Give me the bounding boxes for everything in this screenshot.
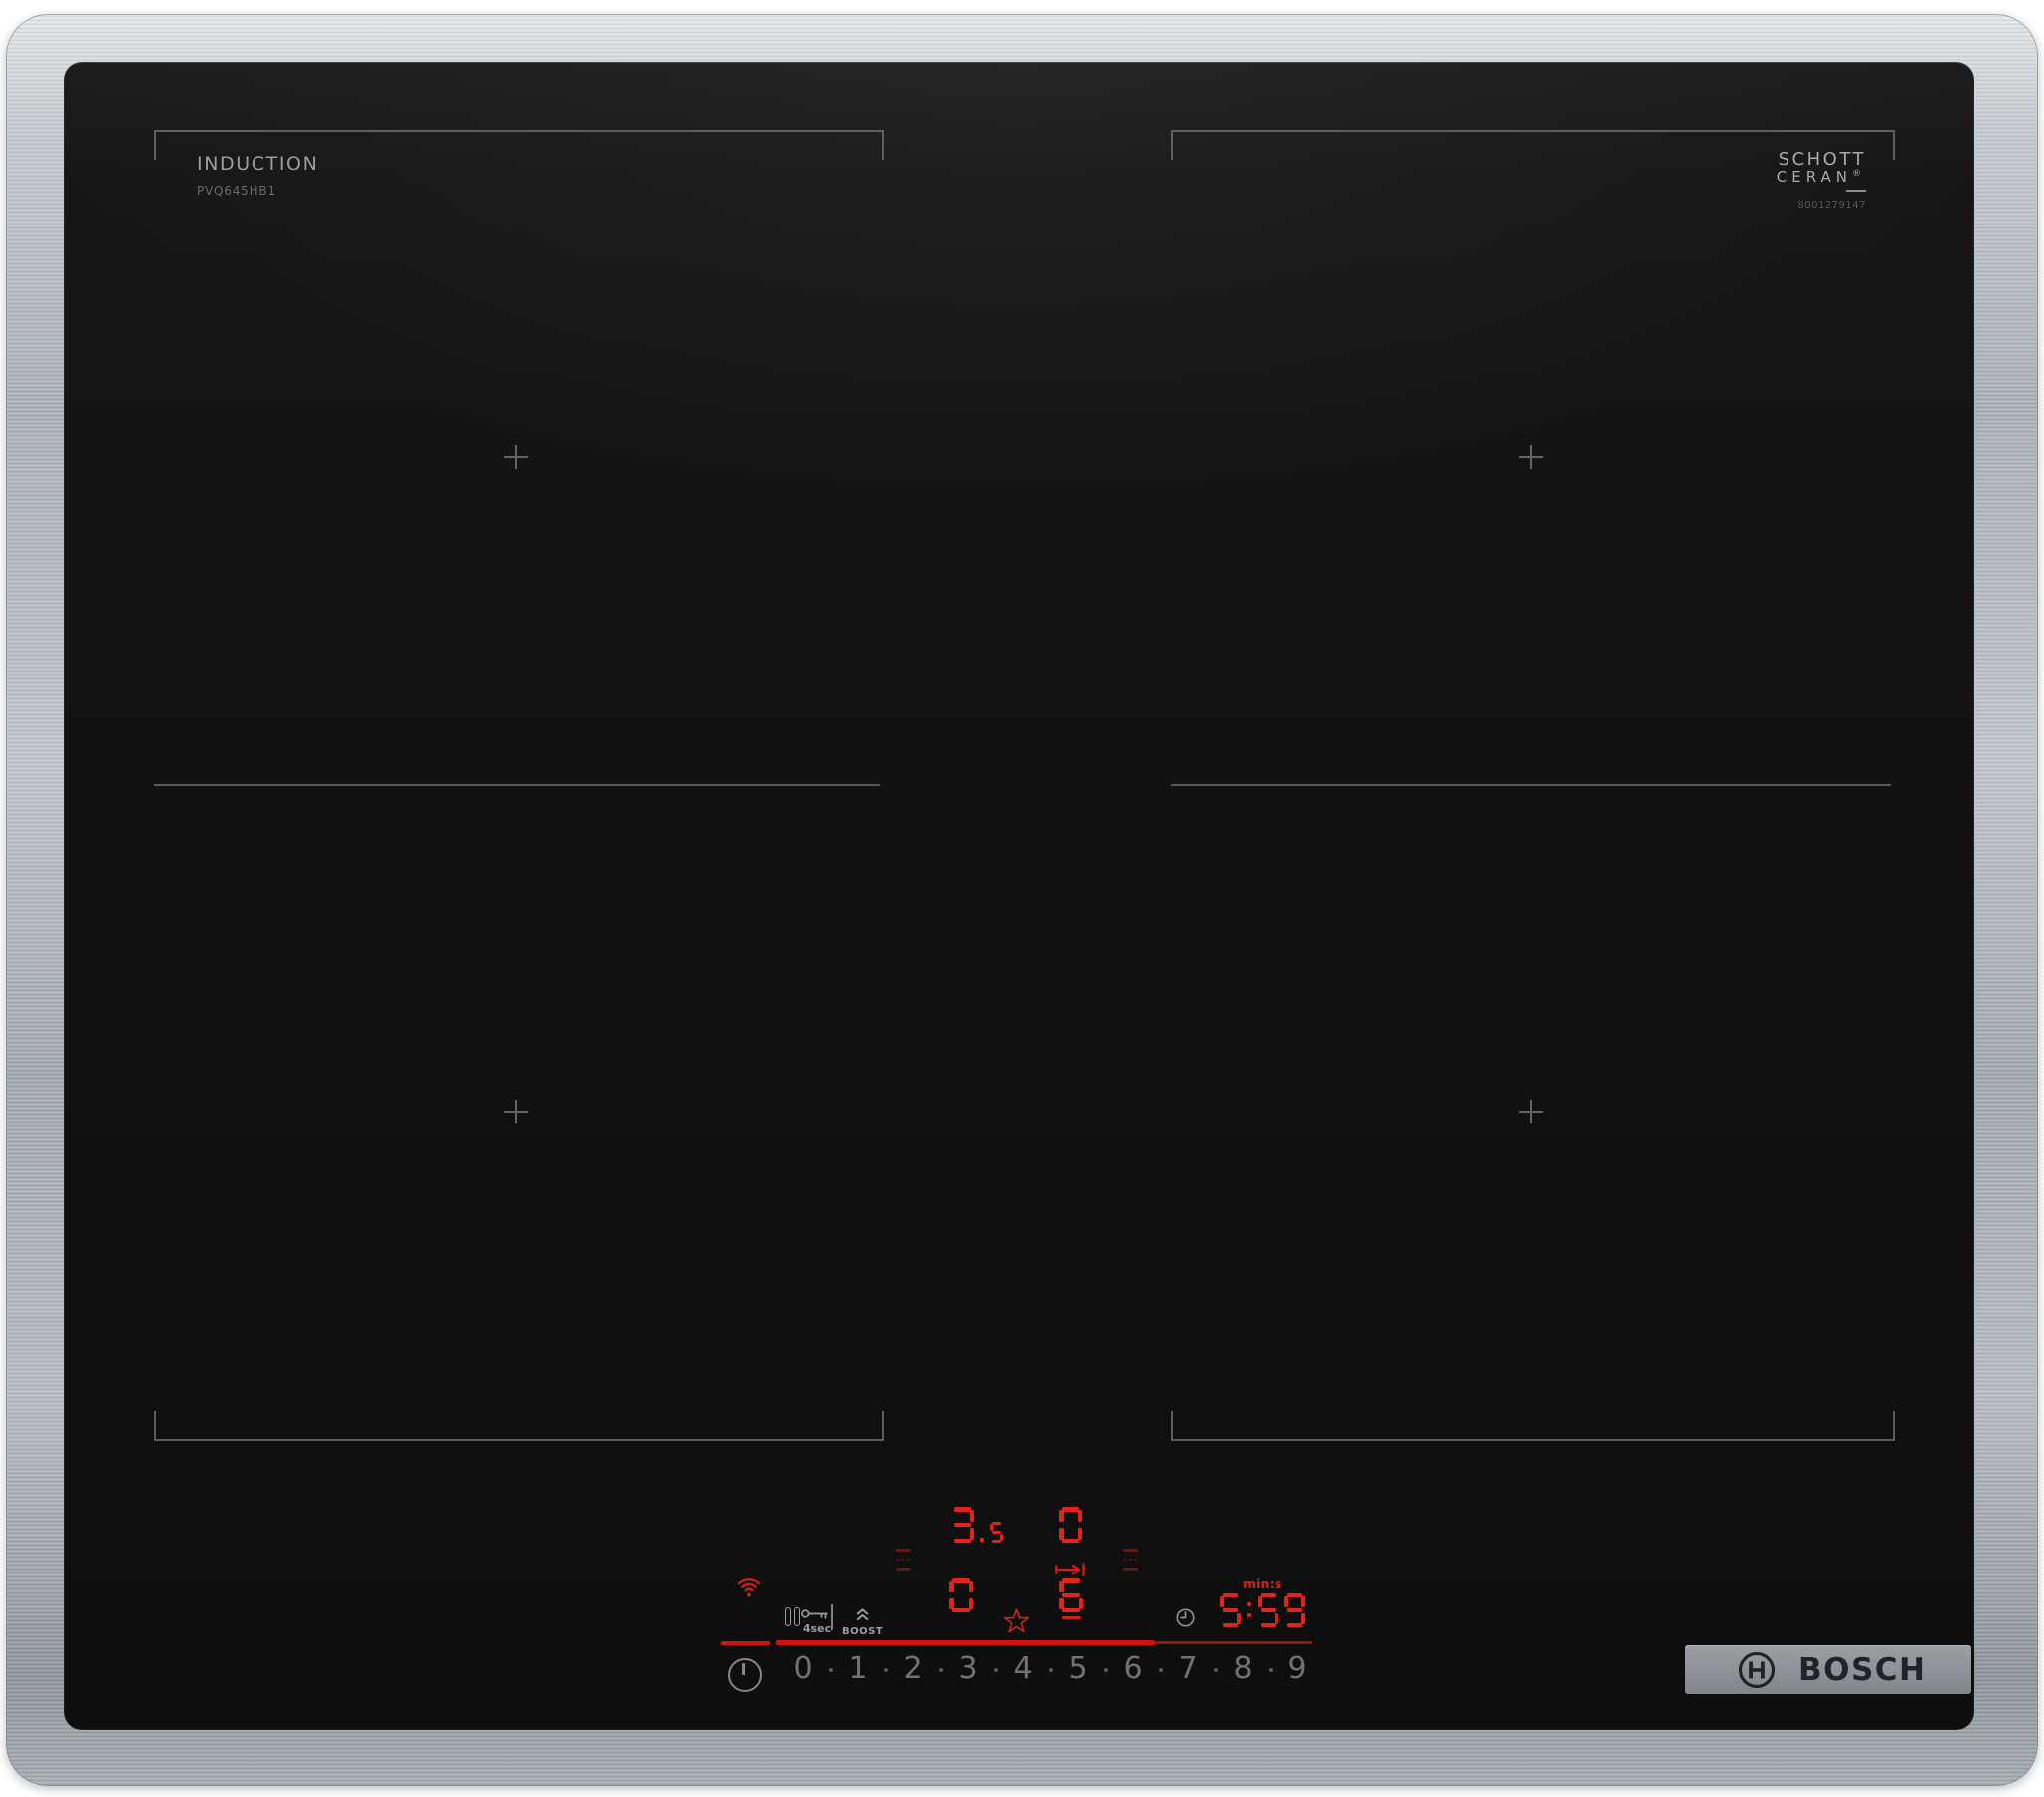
- lock-time-label: 4sec: [802, 1622, 832, 1635]
- pause-icon[interactable]: [785, 1607, 800, 1630]
- ceramic-glass: INDUCTION PVQ645HB1 SCHOTT CERAN® 800127…: [64, 62, 1974, 1730]
- control-panel: 4sec BOOST min:s 0 1 2 3 4 5 6 7 8 9: [64, 62, 1974, 1730]
- product-photo: INDUCTION PVQ645HB1 SCHOTT CERAN® 800127…: [0, 0, 2044, 1797]
- slider-number-2[interactable]: 2: [886, 1653, 940, 1685]
- pan-indicator-left-icon: [895, 1549, 912, 1571]
- pan-indicator-right-icon: [1122, 1549, 1139, 1571]
- display-front-right[interactable]: [1059, 1578, 1083, 1612]
- slider-number-4[interactable]: 4: [996, 1653, 1050, 1685]
- slider-number-8[interactable]: 8: [1216, 1653, 1270, 1685]
- slider-number-3[interactable]: 3: [941, 1653, 995, 1685]
- timer-button[interactable]: [1175, 1607, 1196, 1628]
- power-bar-segment-rest: [1155, 1641, 1312, 1644]
- slider-number-7[interactable]: 7: [1161, 1653, 1215, 1685]
- power-icon: [741, 1662, 745, 1675]
- star-icon[interactable]: [1003, 1607, 1030, 1634]
- boost-label: BOOST: [842, 1626, 884, 1637]
- power-button[interactable]: [728, 1658, 762, 1692]
- active-zone-underline: [1062, 1616, 1081, 1619]
- wifi-icon[interactable]: [736, 1577, 762, 1598]
- power-level-slider[interactable]: 0123456789: [776, 1653, 1325, 1687]
- key-lock-button[interactable]: 4sec: [800, 1606, 834, 1635]
- slider-number-0[interactable]: 0: [776, 1653, 830, 1685]
- display-rear-left[interactable]: [951, 1507, 1003, 1543]
- slider-number-9[interactable]: 9: [1271, 1653, 1324, 1685]
- key-icon: [800, 1606, 834, 1621]
- boost-button[interactable]: BOOST: [842, 1606, 884, 1637]
- display-rear-right[interactable]: [1059, 1507, 1082, 1543]
- cooktop-frame: INDUCTION PVQ645HB1 SCHOTT CERAN® 800127…: [6, 14, 2038, 1786]
- display-front-left[interactable]: [949, 1578, 973, 1612]
- timer-display: [1220, 1593, 1306, 1627]
- power-bar-segment-active: [776, 1640, 1155, 1645]
- slider-number-5[interactable]: 5: [1051, 1653, 1105, 1685]
- move-pan-arrow-icon: [1054, 1563, 1087, 1576]
- slider-number-6[interactable]: 6: [1106, 1653, 1160, 1685]
- panel-divider: [831, 1604, 833, 1630]
- timer-unit-label: min:s: [1243, 1577, 1282, 1591]
- clock-icon: [1175, 1607, 1196, 1628]
- power-bar-segment-left: [721, 1641, 770, 1645]
- boost-chevrons-icon: [855, 1608, 870, 1621]
- slider-number-1[interactable]: 1: [831, 1653, 885, 1685]
